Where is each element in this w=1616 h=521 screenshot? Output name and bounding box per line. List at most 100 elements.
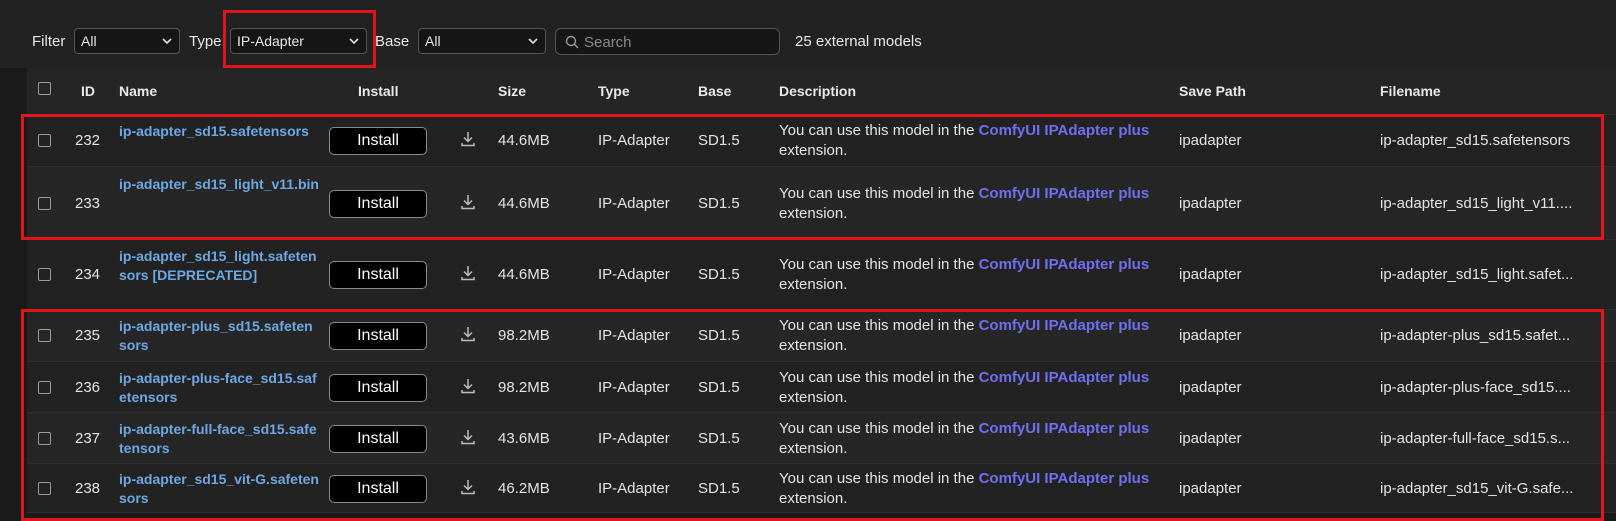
row-checkbox[interactable] — [38, 481, 51, 495]
download-icon[interactable] — [459, 264, 477, 282]
row-type: IP-Adapter — [598, 327, 670, 344]
comfyui-ipadapter-plus-link[interactable]: ComfyUI IPAdapter plus — [979, 470, 1150, 487]
row-filename: ip-adapter_sd15_light.safet... — [1380, 266, 1574, 283]
install-button[interactable]: Install — [329, 261, 427, 289]
row-type: IP-Adapter — [598, 378, 670, 396]
row-save-path: ipadapter — [1179, 327, 1242, 344]
row-base: SD1.5 — [698, 132, 740, 149]
table-row: 237 ip-adapter-full-face_sd15.safetensors… — [27, 413, 1616, 464]
type-select-value: IP-Adapter — [237, 33, 304, 49]
col-install[interactable]: Install — [358, 83, 398, 99]
row-name-link[interactable]: ip-adapter-plus_sd15.safetensors — [119, 317, 319, 355]
row-name-link[interactable]: ip-adapter-plus-face_sd15.safetensors — [119, 369, 319, 407]
row-checkbox[interactable] — [38, 196, 51, 210]
row-id: 232 — [75, 132, 101, 149]
type-select[interactable]: IP-Adapter — [230, 28, 367, 54]
row-checkbox[interactable] — [38, 134, 51, 147]
row-description: You can use this model in the ComfyUI IP… — [779, 184, 1169, 224]
row-filename: ip-adapter-plus-face_sd15.... — [1380, 378, 1571, 396]
row-checkbox[interactable] — [38, 380, 51, 394]
table-row: 238 ip-adapter_sd15_vit-G.safetensors Inst… — [27, 464, 1616, 513]
toolbar: Filter All Type IP-Adapter Base All Sear… — [0, 0, 1616, 68]
table-row: 234 ip-adapter_sd15_light.safetensors [DE… — [27, 240, 1616, 310]
comfyui-ipadapter-plus-link[interactable]: ComfyUI IPAdapter plus — [979, 420, 1150, 437]
description-suffix: extension. — [779, 439, 848, 457]
row-name-link[interactable]: ip-adapter_sd15.safetensors — [119, 122, 319, 141]
row-base: SD1.5 — [698, 479, 740, 497]
row-description: You can use this model in the ComfyUI IP… — [779, 469, 1169, 509]
description-suffix: extension. — [779, 142, 848, 159]
col-description[interactable]: Description — [779, 83, 856, 99]
download-icon[interactable] — [459, 130, 477, 148]
comfyui-ipadapter-plus-link[interactable]: ComfyUI IPAdapter plus — [979, 369, 1150, 386]
col-id[interactable]: ID — [81, 83, 95, 99]
col-type[interactable]: Type — [598, 83, 630, 99]
description-prefix: You can use this model in the — [779, 317, 975, 334]
row-size: 46.2MB — [498, 479, 550, 497]
row-base: SD1.5 — [698, 378, 740, 396]
install-button[interactable]: Install — [329, 127, 427, 155]
install-button[interactable]: Install — [329, 373, 427, 402]
chevron-down-icon — [349, 38, 359, 45]
search-input[interactable]: Search — [555, 28, 780, 55]
row-save-path: ipadapter — [1179, 132, 1242, 149]
download-icon[interactable] — [459, 193, 477, 211]
row-checkbox[interactable] — [38, 268, 51, 281]
row-type: IP-Adapter — [598, 429, 670, 447]
description-suffix: extension. — [779, 489, 848, 507]
row-size: 44.6MB — [498, 266, 550, 283]
row-id: 236 — [75, 378, 101, 396]
type-label: Type — [189, 33, 222, 50]
row-save-path: ipadapter — [1179, 194, 1242, 212]
row-size: 44.6MB — [498, 194, 550, 212]
comfyui-ipadapter-plus-link[interactable]: ComfyUI IPAdapter plus — [979, 256, 1150, 273]
row-name-link[interactable]: ip-adapter_sd15_light.safetensors [DEPRE… — [119, 247, 319, 285]
row-description: You can use this model in the ComfyUI IP… — [779, 255, 1169, 295]
comfyui-ipadapter-plus-link[interactable]: ComfyUI IPAdapter plus — [979, 185, 1150, 202]
row-name-link[interactable]: ip-adapter-full-face_sd15.safetensors — [119, 420, 319, 458]
row-name-link[interactable]: ip-adapter_sd15_vit-G.safetensors — [119, 470, 319, 508]
col-base[interactable]: Base — [698, 83, 731, 99]
base-select[interactable]: All — [418, 28, 546, 54]
download-icon[interactable] — [459, 478, 477, 496]
row-type: IP-Adapter — [598, 479, 670, 497]
download-icon[interactable] — [459, 428, 477, 446]
install-button[interactable]: Install — [329, 474, 427, 503]
select-all-checkbox[interactable] — [38, 82, 51, 95]
col-size[interactable]: Size — [498, 83, 526, 99]
row-filename: ip-adapter_sd15_vit-G.safe... — [1380, 479, 1574, 497]
install-button[interactable]: Install — [329, 322, 427, 350]
comfyui-ipadapter-plus-link[interactable]: ComfyUI IPAdapter plus — [979, 317, 1150, 334]
row-checkbox[interactable] — [38, 329, 51, 342]
row-description: You can use this model in the ComfyUI IP… — [779, 316, 1169, 356]
description-prefix: You can use this model in the — [779, 368, 975, 386]
row-id: 238 — [75, 479, 101, 497]
download-icon[interactable] — [459, 325, 477, 343]
row-id: 235 — [75, 327, 101, 344]
install-button[interactable]: Install — [329, 189, 427, 218]
comfyui-ipadapter-plus-link[interactable]: ComfyUI IPAdapter plus — [979, 122, 1150, 139]
row-save-path: ipadapter — [1179, 479, 1242, 497]
row-base: SD1.5 — [698, 266, 740, 283]
col-filename[interactable]: Filename — [1380, 83, 1441, 99]
row-save-path: ipadapter — [1179, 429, 1242, 447]
filter-select[interactable]: All — [74, 28, 180, 54]
filter-select-value: All — [81, 33, 97, 49]
row-type: IP-Adapter — [598, 132, 670, 149]
models-table: ID Name Install Size Type Base Descripti… — [27, 68, 1616, 513]
search-placeholder: Search — [584, 34, 632, 51]
install-button[interactable]: Install — [329, 424, 427, 453]
table-row: 233 ip-adapter_sd15_light_v11.bin Install 4… — [27, 167, 1616, 240]
row-checkbox[interactable] — [38, 431, 51, 445]
download-icon[interactable] — [459, 377, 477, 395]
row-id: 234 — [75, 266, 101, 283]
col-name[interactable]: Name — [119, 83, 157, 99]
base-label: Base — [375, 33, 410, 50]
row-base: SD1.5 — [698, 429, 740, 447]
row-save-path: ipadapter — [1179, 266, 1242, 283]
description-prefix: You can use this model in the — [779, 256, 975, 273]
col-save-path[interactable]: Save Path — [1179, 83, 1246, 99]
model-count: 25 external models — [795, 33, 922, 50]
description-suffix: extension. — [779, 276, 848, 293]
row-name-link[interactable]: ip-adapter_sd15_light_v11.bin — [119, 175, 319, 194]
